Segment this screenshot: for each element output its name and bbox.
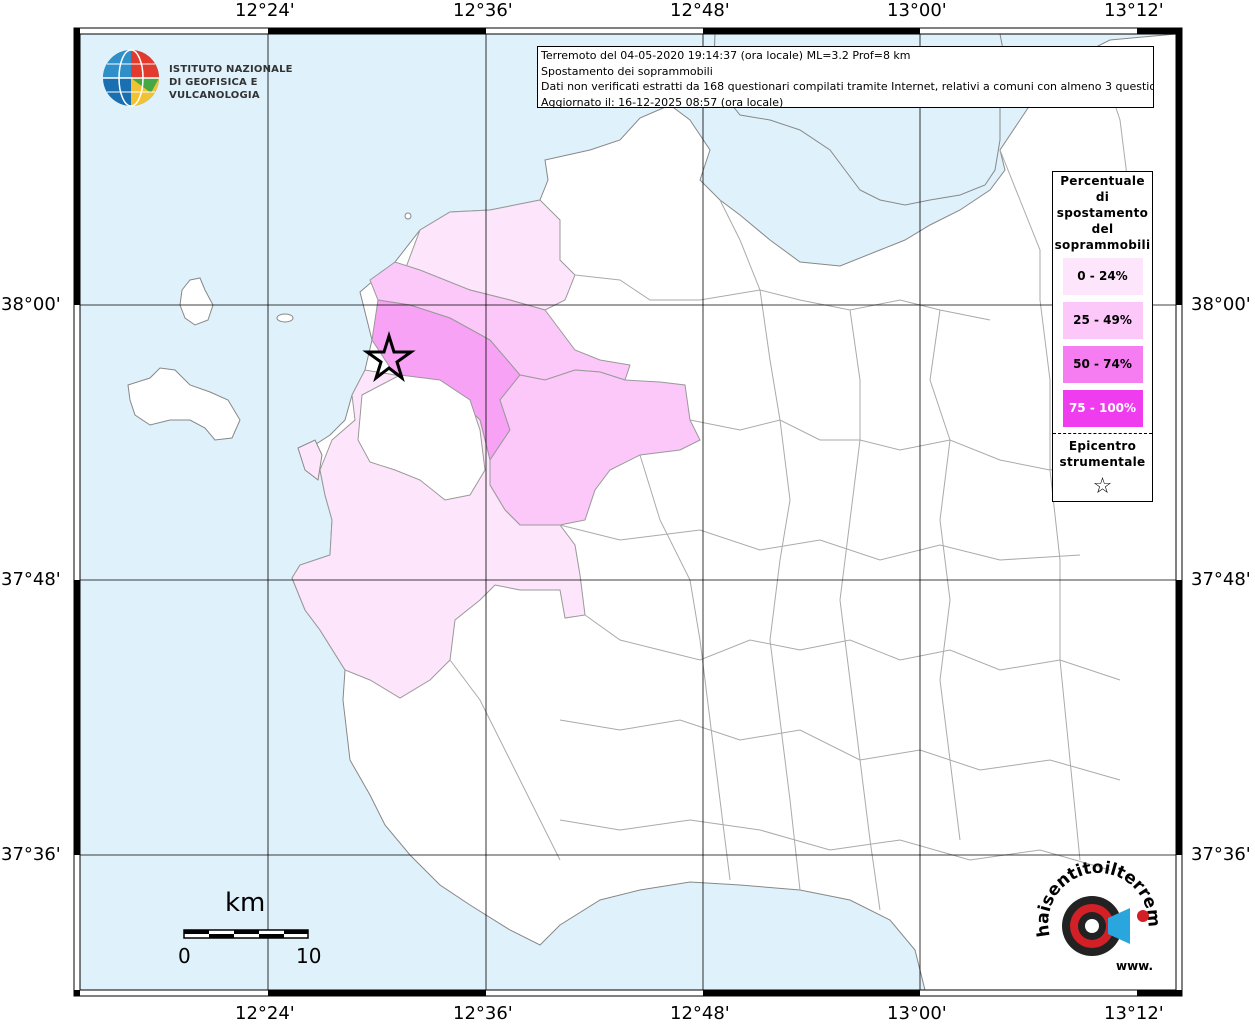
legend-item-75-100: 75 - 100% [1062, 390, 1143, 427]
ingv-name-line2: DI GEOFISICA E VULCANOLOGIA [169, 77, 260, 101]
legend: Percentuale di spostamento del soprammob… [1052, 171, 1153, 502]
globe-icon [103, 49, 159, 107]
ingv-name-line1: ISTITUTO NAZIONALE [169, 64, 293, 75]
legend-divider [1053, 433, 1152, 434]
legend-title-line: del [1091, 222, 1114, 236]
scale-end-label: 10 [296, 944, 322, 968]
lat-label-left-2: 37°48' [1, 569, 61, 590]
lon-label-top-4: 13°00' [887, 0, 947, 21]
data-note: Dati non verificati estratti da 168 ques… [541, 80, 1154, 93]
legend-epicenter-line: Epicentro [1068, 439, 1137, 453]
legend-title-line: spostamento [1056, 206, 1149, 220]
seismograph-target-icon: haisentitoilterremoto.it www. [1024, 843, 1164, 973]
scale-ruler [183, 929, 309, 939]
scale-unit: km [225, 888, 266, 918]
updated-timestamp: Aggiornato il: 16-12-2025 08:57 (ora loc… [541, 95, 784, 108]
lat-label-left-1: 38°00' [1, 294, 61, 315]
haisentito-logo: haisentitoilterremoto.it www. [1024, 843, 1170, 978]
legend-epicenter-title: Epicentro strumentale [1053, 438, 1152, 470]
haisentito-url: www. [1116, 959, 1153, 973]
legend-item-0-24: 0 - 24% [1062, 258, 1143, 295]
star-icon: ☆ [1092, 474, 1113, 499]
legend-title-line: di [1095, 190, 1110, 204]
legend-title-line: soprammobili [1054, 238, 1151, 252]
lon-label-top-1: 12°24' [235, 0, 295, 21]
lon-label-bottom-2: 12°36' [453, 1003, 513, 1024]
map-subject: Spostamento dei soprammobili [541, 64, 713, 78]
legend-title-line: Percentuale [1060, 174, 1145, 188]
legend-epicenter-line: strumentale [1059, 455, 1146, 469]
event-info-box: Terremoto del 04-05-2020 19:14:37 (ora l… [537, 46, 1154, 108]
lat-label-right-2: 37°48' [1191, 569, 1251, 590]
lon-label-top-2: 12°36' [453, 0, 513, 21]
lon-label-bottom-1: 12°24' [235, 1003, 295, 1024]
lon-label-bottom-5: 13°12' [1104, 1003, 1164, 1024]
lat-label-left-3: 37°36' [1, 844, 61, 865]
lat-label-right-1: 38°00' [1191, 294, 1251, 315]
scale-start-label: 0 [178, 944, 191, 968]
lon-label-bottom-4: 13°00' [887, 1003, 947, 1024]
lon-label-bottom-3: 12°48' [670, 1003, 730, 1024]
event-title: Terremoto del 04-05-2020 19:14:37 (ora l… [541, 49, 911, 62]
scale-bar: km 0 10 [170, 888, 340, 968]
legend-item-25-49: 25 - 49% [1062, 302, 1143, 339]
lon-label-top-5: 13°12' [1104, 0, 1164, 21]
ingv-logo: ISTITUTO NAZIONALE DI GEOFISICA E VULCAN… [101, 48, 321, 110]
legend-item-50-74: 50 - 74% [1062, 346, 1143, 383]
lon-label-top-3: 12°48' [670, 0, 730, 21]
legend-title: Percentuale di spostamento del soprammob… [1053, 173, 1152, 253]
lat-label-right-3: 37°36' [1191, 844, 1251, 865]
